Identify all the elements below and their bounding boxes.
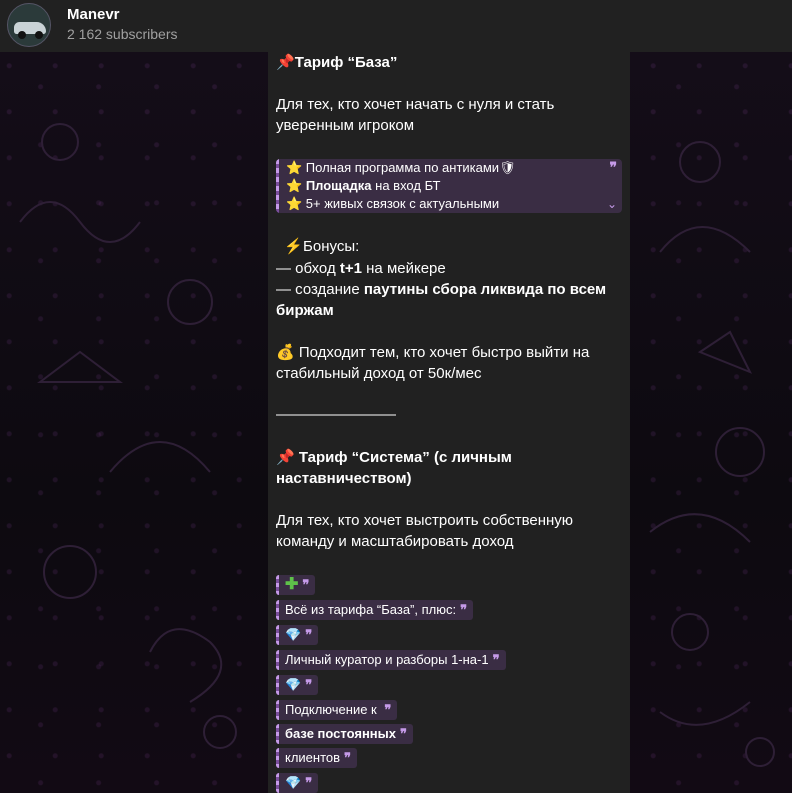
channel-avatar[interactable] bbox=[7, 3, 51, 47]
tariff2-heading: 📌 Тариф “Система” (с личным bbox=[276, 449, 512, 466]
tariff1-desc-line2: уверенным игроком bbox=[276, 117, 415, 134]
pin-icon: 📌 bbox=[276, 54, 295, 71]
quote-mark-icon: ❞ bbox=[384, 702, 392, 717]
bonus-title: ⚡Бонусы: bbox=[284, 238, 360, 255]
subscriber-count: 2 162 subscribers bbox=[67, 26, 178, 42]
quote-pill[interactable]: Подключение к ❞ bbox=[276, 700, 398, 720]
quote-bar bbox=[276, 159, 279, 213]
gem-icon: 💎 bbox=[285, 677, 302, 692]
star-icon: ⭐ bbox=[286, 160, 303, 175]
message-bubble[interactable]: 📌Тариф “База” Для тех, кто хочет начать … bbox=[268, 52, 630, 793]
star-icon: ⭐ bbox=[286, 196, 303, 211]
expand-chevron-icon[interactable]: ⌄ bbox=[607, 197, 617, 211]
quote-pill[interactable]: 💎 ❞ bbox=[276, 625, 319, 645]
quote-mark-icon: ❞ bbox=[302, 577, 310, 592]
bonus-item-2: — создание паутины сбора ликвида по всем bbox=[276, 281, 607, 298]
tariff2-heading-cont: наставничеством) bbox=[276, 470, 412, 487]
divider: ———————— bbox=[276, 406, 396, 423]
quote-mark-icon: ❞ bbox=[609, 159, 617, 175]
pin-icon: 📌 bbox=[276, 449, 295, 466]
gem-icon: 💎 bbox=[285, 775, 302, 790]
star-icon: ⭐ bbox=[286, 178, 303, 193]
lightning-icon: ⚡ bbox=[284, 238, 304, 255]
fit-line2: стабильный доход от 50к/мес bbox=[276, 365, 482, 382]
tariff1-desc-line1: Для тех, кто хочет начать с нуля и стать bbox=[276, 96, 555, 113]
plus-icon: ✚ bbox=[285, 576, 299, 593]
shield-icon: 🛡 bbox=[499, 160, 516, 175]
quote-line: ⭐ 5+ живых связок с актуальными bbox=[286, 196, 500, 211]
bonus-item-2-cont: биржам bbox=[276, 302, 334, 319]
quote-pill[interactable]: Всё из тарифа “База”, плюс: ❞ bbox=[276, 600, 474, 620]
fit-line1: 💰 Подходит тем, кто хочет быстро выйти н… bbox=[276, 344, 590, 361]
quote-pill[interactable]: Личный куратор и разборы 1-на-1 ❞ bbox=[276, 650, 506, 670]
tariff2-desc-line2: команду и масштабировать доход bbox=[276, 533, 514, 550]
chat-header[interactable]: Manevr 2 162 subscribers bbox=[0, 0, 792, 52]
quote-line: ⭐ Полная программа по антиками🛡 bbox=[286, 160, 516, 175]
quote-pill[interactable]: клиентов ❞ bbox=[276, 748, 358, 768]
quote-mark-icon: ❞ bbox=[305, 677, 313, 692]
tariff2-desc-line1: Для тех, кто хочет выстроить собственную bbox=[276, 512, 574, 529]
quote-pill[interactable]: базе постоянных ❞ bbox=[276, 724, 413, 744]
tariff1-title: Тариф “База” bbox=[294, 54, 398, 71]
quote-block[interactable]: ⭐ Полная программа по антиками🛡 ⭐ Площад… bbox=[276, 159, 622, 213]
tariff1-heading: 📌Тариф “База” bbox=[276, 52, 397, 73]
quote-line: ⭐ Площадка на вход БТ bbox=[286, 178, 441, 193]
quote-pill[interactable]: ✚ ❞ bbox=[276, 575, 316, 595]
quote-pill[interactable]: 💎 ❞ bbox=[276, 773, 319, 793]
gem-icon: 💎 bbox=[285, 627, 302, 642]
quote-mark-icon: ❞ bbox=[305, 775, 313, 790]
quote-mark-icon: ❞ bbox=[305, 627, 313, 642]
quote-mark-icon: ❞ bbox=[344, 750, 352, 765]
channel-title[interactable]: Manevr bbox=[67, 6, 120, 23]
money-bag-icon: 💰 bbox=[276, 344, 295, 361]
quote-mark-icon: ❞ bbox=[460, 602, 468, 617]
quote-mark-icon: ❞ bbox=[492, 652, 500, 667]
quote-mark-icon: ❞ bbox=[400, 726, 407, 741]
quote-pill[interactable]: 💎 ❞ bbox=[276, 675, 319, 695]
bonus-item-1: — обход t+1 на мейкере bbox=[276, 260, 446, 277]
